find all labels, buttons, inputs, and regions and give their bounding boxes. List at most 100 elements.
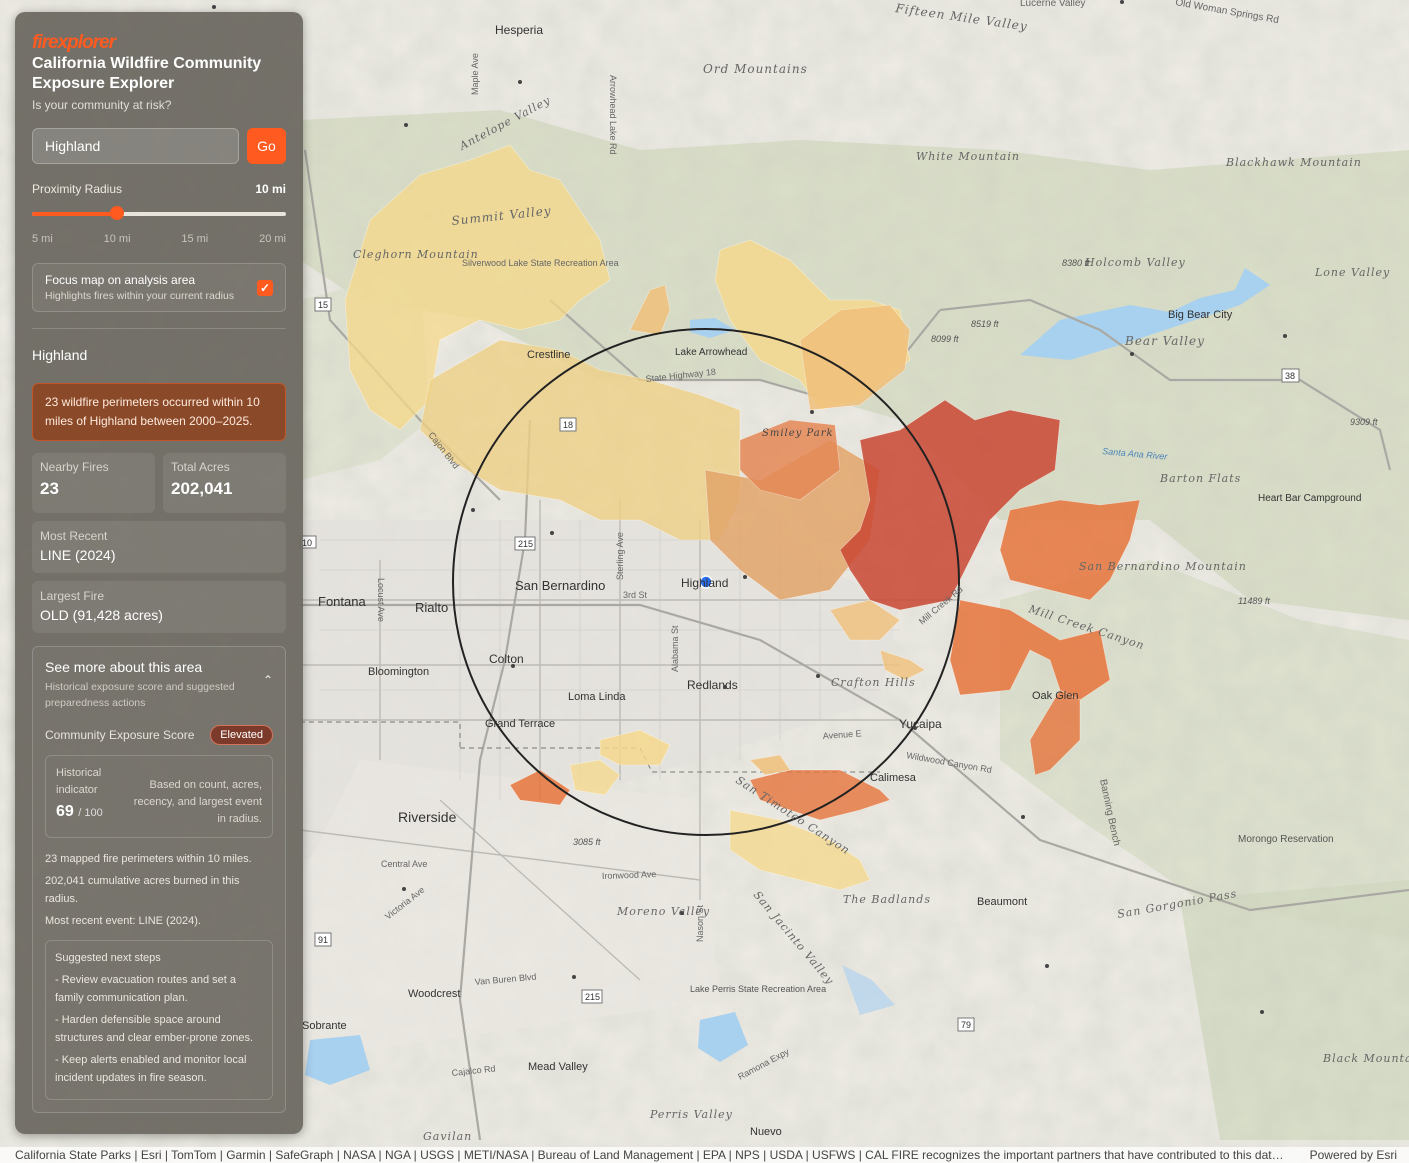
label-sobrante: Sobrante bbox=[302, 1020, 347, 1032]
label-lucerne-valley: Lucerne Valley bbox=[1020, 0, 1085, 9]
elev-4: 9309 ft bbox=[1350, 417, 1378, 427]
see-more-header[interactable]: See more about this area Historical expo… bbox=[45, 659, 273, 711]
label-badlands: The Badlands bbox=[843, 893, 931, 906]
elev-6: 3085 ft bbox=[573, 837, 601, 847]
shield-15: 15 bbox=[318, 300, 328, 310]
shield-38: 38 bbox=[1285, 371, 1295, 381]
label-rialto: Rialto bbox=[415, 600, 448, 615]
label-fontana: Fontana bbox=[318, 594, 366, 609]
historical-indicator: Historical indicator 69 / 100 Based on c… bbox=[45, 755, 273, 838]
label-nason-st: Nason St bbox=[695, 904, 705, 942]
label-lone-valley: Lone Valley bbox=[1314, 266, 1390, 279]
search-input[interactable] bbox=[32, 128, 239, 164]
stat-value: 23 bbox=[40, 479, 59, 498]
label-smiley-park: Smiley Park bbox=[762, 428, 834, 439]
next-steps: Suggested next steps - Review evacuation… bbox=[45, 940, 273, 1100]
hist-label-2: indicator bbox=[56, 784, 98, 796]
elev-2: 8519 ft bbox=[971, 319, 999, 329]
stat-value: 202,041 bbox=[171, 479, 233, 498]
see-more-section: See more about this area Historical expo… bbox=[32, 646, 286, 1113]
hist-note: Based on count, acres, recency, and larg… bbox=[133, 779, 262, 825]
shield-79: 79 bbox=[961, 1020, 971, 1030]
divider bbox=[32, 328, 286, 329]
stat-label: Nearby Fires bbox=[40, 460, 109, 474]
label-perris-valley: Perris Valley bbox=[649, 1108, 733, 1121]
label-ironwood-ave: Ironwood Ave bbox=[602, 869, 657, 881]
label-hesperia: Hesperia bbox=[495, 23, 543, 37]
facts-list: 23 mapped fire perimeters within 10 mile… bbox=[45, 850, 273, 930]
elev-5: 11489 ft bbox=[1238, 596, 1270, 606]
focus-title: Focus map on analysis area bbox=[45, 273, 196, 287]
fire-alert: 23 wildfire perimeters occurred within 1… bbox=[32, 383, 286, 441]
stat-value: LINE (2024) bbox=[40, 547, 116, 563]
hist-score-max: / 100 bbox=[78, 807, 103, 819]
label-yucaipa: Yucaipa bbox=[899, 717, 942, 731]
radius-slider-thumb[interactable] bbox=[109, 206, 124, 220]
stat-label: Most Recent bbox=[40, 529, 108, 543]
label-heart-bar: Heart Bar Campground bbox=[1258, 493, 1361, 504]
stat-largest-fire: Largest Fire OLD (91,428 acres) bbox=[32, 581, 286, 633]
label-oak-glen: Oak Glen bbox=[1032, 690, 1078, 702]
label-san-bernardino: San Bernardino bbox=[515, 578, 605, 593]
search-row: Go bbox=[32, 128, 286, 164]
hist-score: 69 / 100 bbox=[56, 803, 103, 821]
fact-item: 23 mapped fire perimeters within 10 mile… bbox=[45, 853, 252, 865]
stat-label: Largest Fire bbox=[40, 589, 105, 603]
map-attribution: California State Parks | Esri | TomTom |… bbox=[0, 1147, 1409, 1163]
next-steps-title: Suggested next steps bbox=[55, 952, 161, 964]
fact-item: 202,041 cumulative acres burned in this … bbox=[45, 875, 240, 905]
label-colton: Colton bbox=[489, 652, 524, 666]
label-big-bear-city: Big Bear City bbox=[1168, 309, 1233, 321]
step-item: - Review evacuation routes and set a fam… bbox=[55, 974, 236, 1004]
shield-10: 10 bbox=[302, 538, 312, 548]
label-bear-valley: Bear Valley bbox=[1124, 334, 1205, 348]
label-riverside: Riverside bbox=[398, 809, 457, 825]
shield-18: 18 bbox=[563, 420, 573, 430]
chevron-up-icon[interactable]: ⌃ bbox=[263, 673, 273, 687]
label-black-mountain: Black Mountain bbox=[1322, 1052, 1409, 1065]
brand-logo: firexplorer bbox=[32, 32, 116, 53]
exposure-badge: Elevated bbox=[210, 725, 273, 745]
shield-215-south: 215 bbox=[585, 992, 600, 1002]
place-name: Highland bbox=[32, 347, 88, 363]
label-white-mountain: White Mountain bbox=[916, 150, 1020, 163]
radius-header: Proximity Radius 10 mi bbox=[32, 182, 286, 196]
label-gavilan: Gavilan bbox=[423, 1130, 472, 1143]
step-item: - Harden defensible space around structu… bbox=[55, 1014, 254, 1044]
elev-3: 8099 ft bbox=[931, 334, 959, 344]
stat-nearby-fires: Nearby Fires 23 bbox=[32, 453, 155, 513]
label-cleghorn: Cleghorn Mountain bbox=[353, 248, 479, 261]
label-mead-valley: Mead Valley bbox=[528, 1061, 588, 1073]
radius-slider[interactable] bbox=[32, 206, 286, 220]
label-silverwood: Silverwood Lake State Recreation Area bbox=[462, 258, 619, 268]
label-arrowhead-lake-rd: Arrowhead Lake Rd bbox=[608, 75, 618, 155]
see-more-title: See more about this area bbox=[45, 659, 203, 675]
exposure-score-label: Community Exposure Score bbox=[45, 728, 195, 742]
radius-value: 10 mi bbox=[255, 182, 286, 196]
label-highland: Highland bbox=[681, 576, 728, 590]
powered-by[interactable]: Powered by Esri bbox=[1310, 1147, 1397, 1163]
label-crestline: Crestline bbox=[527, 349, 570, 361]
label-nuevo: Nuevo bbox=[750, 1126, 782, 1138]
app-title: California Wildfire Community Exposure E… bbox=[32, 55, 262, 92]
attribution-text[interactable]: California State Parks | Esri | TomTom |… bbox=[15, 1147, 1290, 1163]
label-woodcrest: Woodcrest bbox=[408, 988, 460, 1000]
radius-label: Proximity Radius bbox=[32, 182, 123, 196]
elev-1: 8380 ft bbox=[1062, 258, 1090, 268]
label-calimesa: Calimesa bbox=[870, 772, 917, 784]
focus-checkbox[interactable]: ✓ bbox=[257, 279, 273, 296]
focus-toggle[interactable]: Focus map on analysis area Highlights fi… bbox=[32, 263, 286, 312]
stat-most-recent: Most Recent LINE (2024) bbox=[32, 521, 286, 573]
label-crafton-hills: Crafton Hills bbox=[831, 676, 916, 689]
label-grand-terrace: Grand Terrace bbox=[485, 718, 555, 730]
tick-20: 20 mi bbox=[259, 233, 286, 245]
label-ord-mountains: Ord Mountains bbox=[703, 62, 808, 76]
label-blackhawk: Blackhawk Mountain bbox=[1225, 156, 1362, 169]
stat-total-acres: Total Acres 202,041 bbox=[163, 453, 286, 513]
go-button[interactable]: Go bbox=[247, 128, 286, 164]
label-morongo: Morongo Reservation bbox=[1238, 834, 1334, 845]
label-lake-arrowhead: Lake Arrowhead bbox=[675, 347, 747, 358]
shield-215: 215 bbox=[518, 539, 533, 549]
label-locust-ave: Locust Ave bbox=[376, 578, 386, 622]
label-alabama-st: Alabama St bbox=[670, 625, 680, 672]
